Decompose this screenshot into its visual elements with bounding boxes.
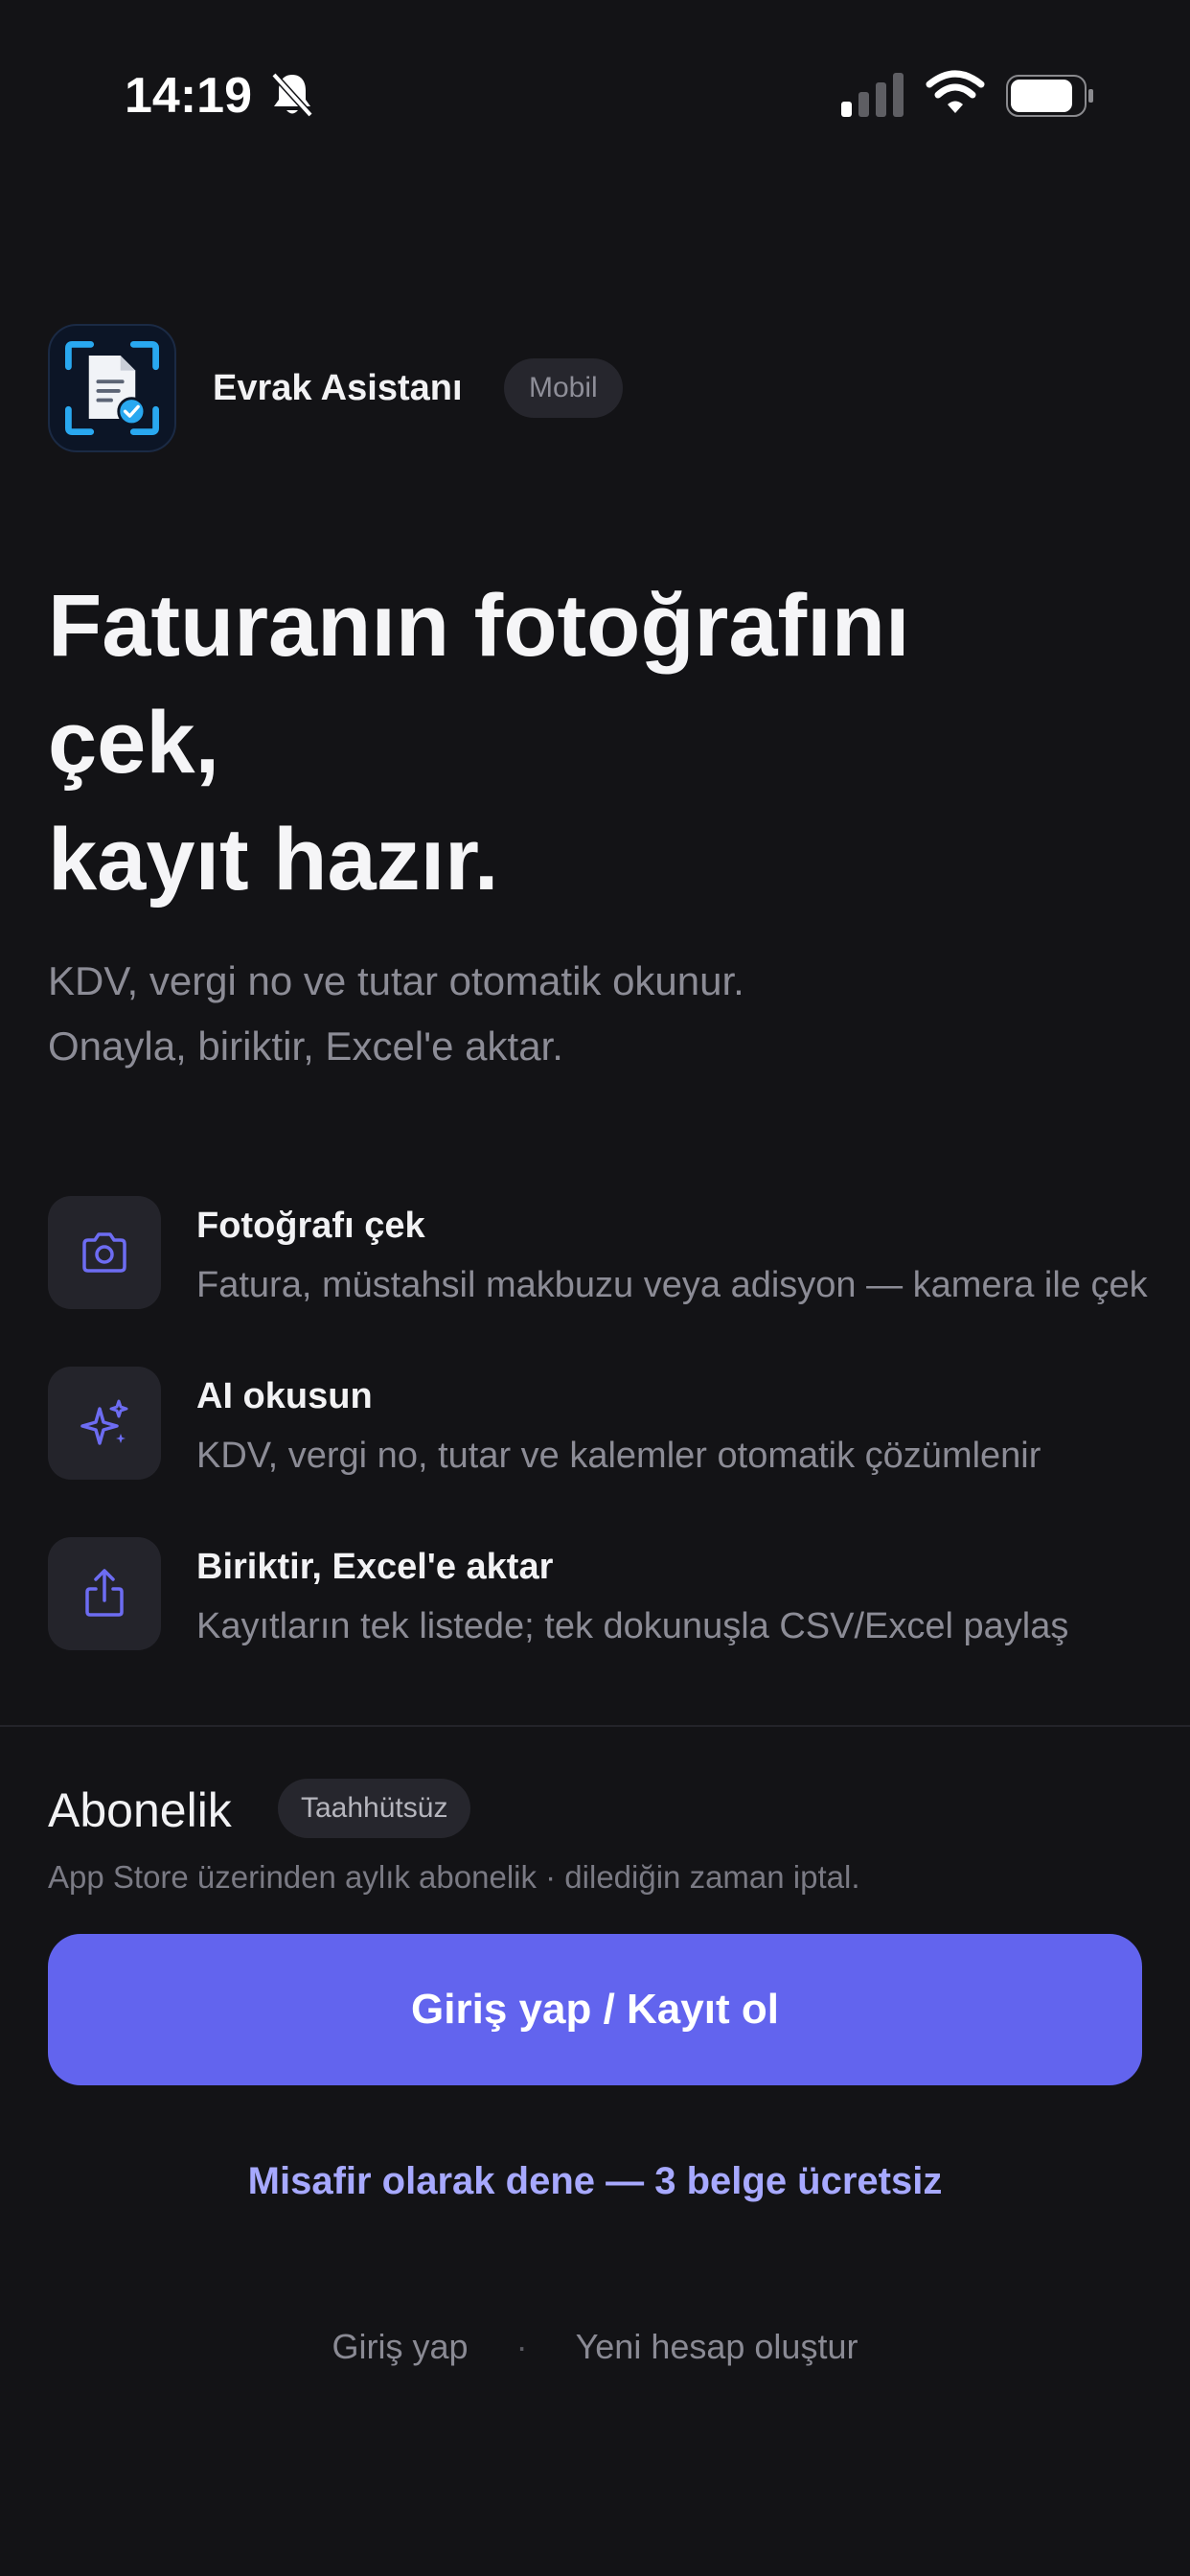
sparkles-icon	[80, 1399, 128, 1445]
feature-title: Biriktir, Excel'e aktar	[196, 1547, 554, 1587]
guest-trial-link[interactable]: Misafir olarak dene — 3 belge ücretsiz	[0, 2160, 1190, 2203]
bell-slash-icon	[271, 72, 313, 118]
feature-description: KDV, vergi no, tutar ve kalemler otomati…	[196, 1436, 1041, 1476]
title-line-2: çek,	[48, 694, 220, 792]
login-link[interactable]: Giriş yap	[332, 2327, 469, 2366]
feature-description: Fatura, müstahsil makbuzu veya adisyon —…	[196, 1265, 1148, 1305]
link-separator: ·	[515, 2327, 528, 2366]
login-register-button[interactable]: Giriş yap / Kayıt ol	[48, 1934, 1142, 2085]
app-name: Evrak Asistanı	[213, 368, 463, 408]
feature-icon-box	[48, 1196, 161, 1309]
create-account-link[interactable]: Yeni hesap oluştur	[576, 2327, 858, 2366]
status-time: 14:19	[125, 68, 252, 124]
feature-item-export: Biriktir, Excel'e aktar Kayıtların tek l…	[48, 1537, 1150, 1652]
feature-title: AI okusun	[196, 1376, 373, 1416]
feature-item-capture: Fotoğrafı çek Fatura, müstahsil makbuzu …	[48, 1196, 1150, 1311]
cellular-signal-icon	[841, 73, 904, 117]
subtitle-line-1: KDV, vergi no ve tutar otomatik okunur.	[48, 958, 744, 1003]
app-logo-icon	[48, 324, 176, 452]
subscription-badge: Taahhütsüz	[278, 1779, 471, 1838]
camera-icon	[82, 1232, 126, 1273]
subtitle-line-2: Onayla, biriktir, Excel'e aktar.	[48, 1024, 563, 1069]
document-scan-icon	[65, 341, 159, 435]
page-title: Faturanın fotoğrafını çek, kayıt hazır.	[48, 567, 1150, 918]
platform-badge: Mobil	[504, 358, 623, 418]
battery-icon	[1006, 75, 1093, 117]
subscription-description: App Store üzerinden aylık abonelik · dil…	[48, 1859, 860, 1895]
page-subtitle: KDV, vergi no ve tutar otomatik okunur. …	[48, 949, 1150, 1079]
title-line-3: kayıt hazır.	[48, 811, 499, 908]
feature-title: Fotoğrafı çek	[196, 1206, 425, 1246]
feature-icon-box	[48, 1537, 161, 1650]
title-line-1: Faturanın fotoğrafını	[48, 577, 910, 675]
feature-item-ai: AI okusun KDV, vergi no, tutar ve kaleml…	[48, 1367, 1150, 1482]
section-divider	[0, 1725, 1190, 1727]
wifi-icon	[926, 70, 985, 113]
auth-links: Giriş yap · Yeni hesap oluştur	[0, 2327, 1190, 2367]
subscription-title: Abonelik	[48, 1783, 232, 1837]
share-icon	[85, 1569, 124, 1617]
feature-description: Kayıtların tek listede; tek dokunuşla CS…	[196, 1606, 1069, 1646]
feature-icon-box	[48, 1367, 161, 1480]
welcome-screen: 14:19 Evrak Asistanı Mobil Faturanın fot…	[0, 0, 1190, 2576]
status-bar: 14:19	[0, 0, 1190, 192]
